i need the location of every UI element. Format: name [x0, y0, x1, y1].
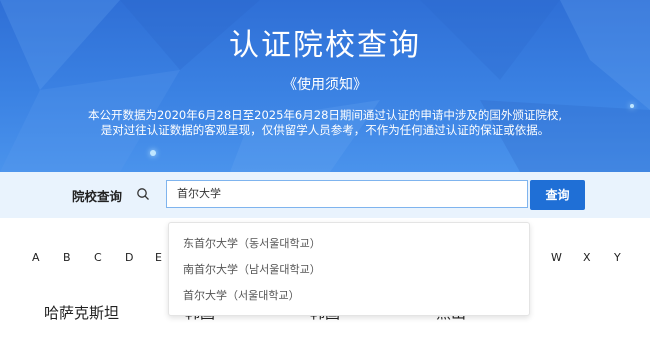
suggestion-dropdown: 东首尔大学（동서울대학교） 南首尔大学（남서울대학교） 首尔大学（서울대학교）: [168, 222, 530, 316]
disclaimer-line-2: 是对过往认证数据的客观呈现，仅供留学人员参考，不作为任何通过认证的保证或依据。: [100, 123, 550, 137]
country-kazakhstan[interactable]: 哈萨克斯坦: [44, 302, 119, 323]
disclaimer-line-1: 本公开数据为2020年6月28日至2025年6月28日期间通过认证的申请中涉及的…: [87, 108, 563, 122]
suggestion-item[interactable]: 首尔大学（서울대학교）: [183, 287, 300, 303]
usage-notice-link[interactable]: 《使用须知》: [0, 74, 650, 94]
letter-x[interactable]: X: [583, 251, 591, 264]
letter-y[interactable]: Y: [614, 251, 621, 264]
letter-c[interactable]: C: [94, 251, 102, 264]
decor-dot: [150, 150, 156, 156]
search-input[interactable]: 首尔大学: [166, 180, 528, 208]
letter-w[interactable]: W: [551, 251, 562, 264]
disclaimer: 本公开数据为2020年6月28日至2025年6月28日期间通过认证的申请中涉及的…: [50, 108, 600, 138]
letter-e[interactable]: E: [155, 251, 162, 264]
letter-d[interactable]: D: [125, 251, 133, 264]
page-title: 认证院校查询: [229, 28, 421, 63]
header-banner: 认证院校查询 《使用须知》 本公开数据为2020年6月28日至2025年6月28…: [0, 0, 650, 172]
suggestion-item[interactable]: 南首尔大学（남서울대학교）: [183, 261, 321, 277]
search-button[interactable]: 查询: [530, 180, 585, 210]
letter-a[interactable]: A: [32, 251, 40, 264]
search-label: 院校查询: [72, 189, 123, 204]
letter-b[interactable]: B: [63, 251, 71, 264]
search-icon: [137, 188, 149, 200]
suggestion-item[interactable]: 东首尔大学（동서울대학교）: [183, 235, 321, 251]
decor-dot: [630, 104, 634, 108]
